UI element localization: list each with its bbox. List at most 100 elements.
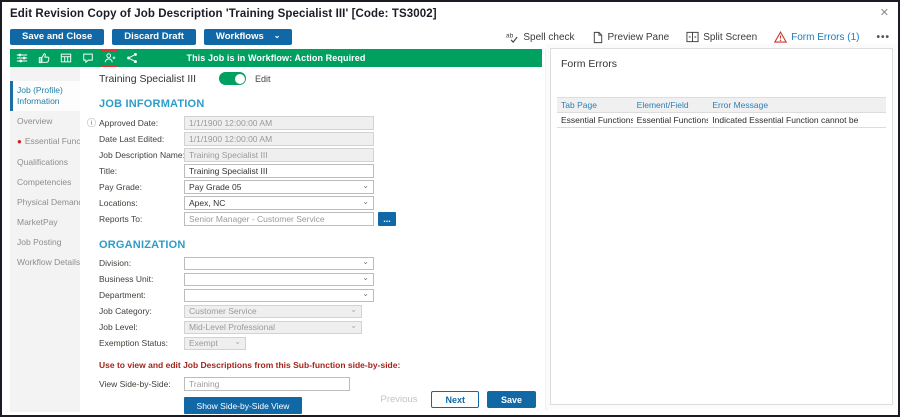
side-by-side-instruction: Use to view and edit Job Descriptions fr… xyxy=(99,360,542,370)
approved-date-label: Approved Date: xyxy=(99,118,184,128)
panel-divider xyxy=(545,48,548,410)
table-icon[interactable] xyxy=(59,52,72,65)
title-label: Title: xyxy=(99,166,184,176)
workflow-bar-icons xyxy=(15,52,138,65)
sidebar-item-marketpay[interactable]: MarketPay xyxy=(10,213,80,232)
chevron-down-icon: ⌄ xyxy=(362,289,369,298)
form-error-row[interactable]: Essential Functions Essential Functions … xyxy=(557,113,886,128)
close-icon[interactable]: ✕ xyxy=(880,6,889,19)
action-bar: Save and Close Discard Draft Workflows⌄ … xyxy=(10,28,890,46)
spell-check-button[interactable]: ab Spell check xyxy=(506,31,574,44)
reports-to-browse-button[interactable]: ... xyxy=(378,212,396,226)
chevron-down-icon: ⌄ xyxy=(350,305,357,314)
reports-to-row: Reports To: Senior Manager - Customer Se… xyxy=(99,212,542,226)
form-errors-button[interactable]: Form Errors (1) xyxy=(774,31,859,43)
footer-navigation: Previous Next Save xyxy=(380,391,536,408)
column-header-error-message: Error Message xyxy=(708,98,859,113)
error-dot-icon: ● xyxy=(17,137,22,146)
form-errors-panel: Form Errors Tab Page Element/Field Error… xyxy=(550,48,893,405)
job-description-name-input: Training Specialist III xyxy=(184,148,374,162)
svg-text:ab: ab xyxy=(506,32,514,39)
edit-toggle[interactable] xyxy=(219,72,246,85)
sidebar-item-overview[interactable]: Overview xyxy=(10,112,80,131)
sidebar-nav: Job (Profile) Information Overview ●Esse… xyxy=(10,67,80,412)
assign-user-icon[interactable] xyxy=(103,52,116,65)
edit-toggle-label: Edit xyxy=(255,74,271,84)
title-input[interactable] xyxy=(184,164,374,178)
locations-label: Locations: xyxy=(99,198,184,208)
organization-heading: ORGANIZATION xyxy=(99,239,542,251)
job-category-label: Job Category: xyxy=(99,306,184,316)
column-header-element-field: Element/Field xyxy=(633,98,709,113)
business-unit-select[interactable]: ⌄ xyxy=(184,273,374,287)
job-information-heading: JOB INFORMATION xyxy=(99,98,542,110)
date-last-edited-label: Date Last Edited: xyxy=(99,134,184,144)
pay-grade-row: Pay Grade: Pay Grade 05⌄ xyxy=(99,180,542,194)
job-header: Training Specialist III Edit xyxy=(99,72,542,85)
thumbs-up-icon[interactable] xyxy=(37,52,50,65)
reports-to-input[interactable]: Senior Manager - Customer Service xyxy=(184,212,374,226)
view-side-by-side-row: View Side-by-Side: xyxy=(99,377,542,391)
error-message-cell: Indicated Essential Function cannot be b… xyxy=(708,113,859,128)
chevron-down-icon: ⌄ xyxy=(350,321,357,330)
department-label: Department: xyxy=(99,290,184,300)
job-title-heading: Training Specialist III xyxy=(99,73,219,85)
exemption-status-label: Exemption Status: xyxy=(99,338,184,348)
ellipsis-icon: ••• xyxy=(876,32,890,43)
main-form-area: Training Specialist III Edit JOB INFORMA… xyxy=(80,67,542,412)
split-screen-button[interactable]: Split Screen xyxy=(686,31,757,43)
sidebar-item-competencies[interactable]: Competencies xyxy=(10,173,80,192)
show-side-by-side-button[interactable]: Show Side-by-Side View xyxy=(184,397,302,414)
locations-select[interactable]: Apex, NC⌄ xyxy=(184,196,374,210)
preview-pane-icon xyxy=(592,31,604,44)
column-header-empty xyxy=(860,98,886,113)
info-icon[interactable]: ⓘ xyxy=(87,116,96,129)
form-errors-panel-title: Form Errors xyxy=(561,58,892,70)
business-unit-row: Business Unit: ⌄ xyxy=(99,273,542,287)
view-side-by-side-input[interactable] xyxy=(184,377,350,391)
next-button[interactable]: Next xyxy=(431,391,479,408)
division-label: Division: xyxy=(99,258,184,268)
locations-row: Locations: Apex, NC⌄ xyxy=(99,196,542,210)
chevron-down-icon: ⌄ xyxy=(362,197,369,206)
more-options-button[interactable]: ••• xyxy=(876,32,890,43)
chevron-down-icon: ⌄ xyxy=(362,181,369,190)
pay-grade-label: Pay Grade: xyxy=(99,182,184,192)
comment-icon[interactable] xyxy=(81,52,94,65)
division-row: Division: ⌄ xyxy=(99,257,542,271)
business-unit-label: Business Unit: xyxy=(99,274,184,284)
tune-icon[interactable] xyxy=(15,52,28,65)
previous-button[interactable]: Previous xyxy=(380,394,417,405)
pay-grade-select[interactable]: Pay Grade 05⌄ xyxy=(184,180,374,194)
approved-date-row: ⓘ Approved Date: 1/1/1900 12:00:00 AM xyxy=(99,116,542,130)
job-description-name-label: Job Description Name: xyxy=(99,150,184,160)
sidebar-item-physical-demands[interactable]: Physical Demands xyxy=(10,193,80,212)
save-and-close-button[interactable]: Save and Close xyxy=(10,29,104,45)
sidebar-item-workflow-details[interactable]: Workflow Details xyxy=(10,253,80,272)
sidebar-item-job-posting[interactable]: Job Posting xyxy=(10,233,80,252)
division-select[interactable]: ⌄ xyxy=(184,257,374,271)
chevron-down-icon: ⌄ xyxy=(274,32,281,40)
job-category-select: Customer Service⌄ xyxy=(184,305,362,319)
form-errors-header-row: Tab Page Element/Field Error Message xyxy=(557,98,886,113)
preview-pane-button[interactable]: Preview Pane xyxy=(592,31,670,44)
column-header-tab-page: Tab Page xyxy=(557,98,633,113)
department-select[interactable]: ⌄ xyxy=(184,289,374,303)
sidebar-item-qualifications[interactable]: Qualifications xyxy=(10,153,80,172)
split-screen-icon xyxy=(686,31,699,43)
sidebar-item-essential-functions[interactable]: ●Essential Functions xyxy=(10,132,80,151)
save-button[interactable]: Save xyxy=(487,391,536,408)
date-last-edited-row: Date Last Edited: 1/1/1900 12:00:00 AM xyxy=(99,132,542,146)
warning-icon xyxy=(774,31,787,43)
job-level-row: Job Level: Mid-Level Professional⌄ xyxy=(99,321,542,335)
error-tab-page-cell: Essential Functions xyxy=(557,113,633,128)
exemption-status-row: Exemption Status: Exempt⌄ xyxy=(99,337,542,351)
date-last-edited-input: 1/1/1900 12:00:00 AM xyxy=(184,132,374,146)
workflows-dropdown-button[interactable]: Workflows⌄ xyxy=(204,29,293,45)
department-row: Department: ⌄ xyxy=(99,289,542,303)
utility-toolbar: ab Spell check Preview Pane Split Screen… xyxy=(506,31,890,44)
share-icon[interactable] xyxy=(125,52,138,65)
chevron-down-icon: ⌄ xyxy=(362,257,369,266)
discard-draft-button[interactable]: Discard Draft xyxy=(112,29,196,45)
sidebar-item-job-profile-information[interactable]: Job (Profile) Information xyxy=(10,81,80,111)
